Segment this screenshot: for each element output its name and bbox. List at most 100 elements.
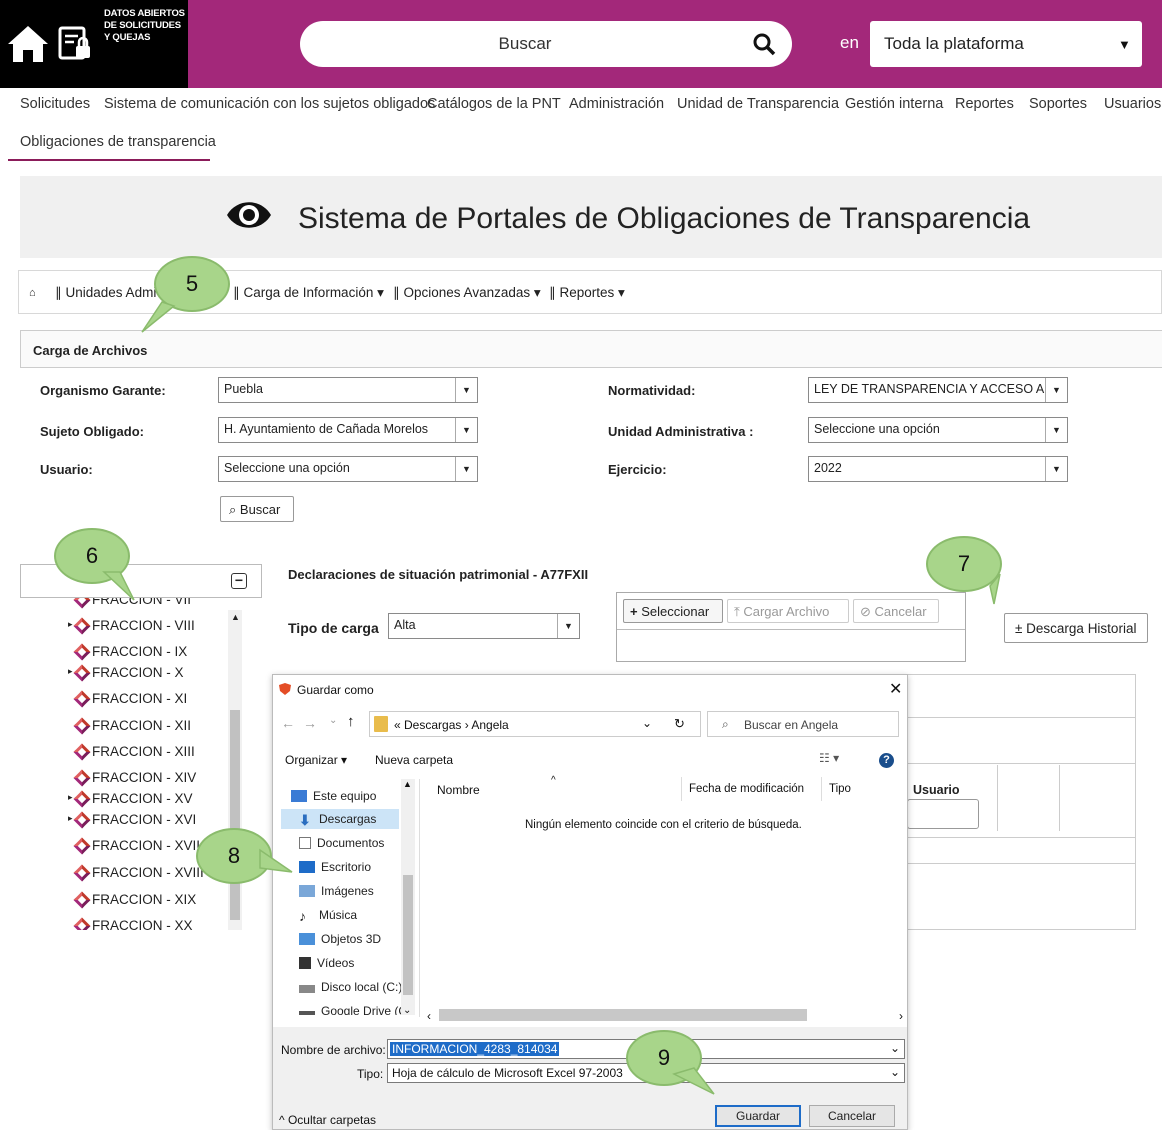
tree-item[interactable]: ▸ FRACCION - XV — [68, 790, 193, 808]
sidebar-item-descargas[interactable]: ⬇ Descargas — [299, 812, 376, 828]
usuario-label: Usuario: — [40, 462, 93, 477]
tree-item[interactable]: ▸ FRACCION - X — [68, 664, 184, 682]
logo[interactable]: DATOS ABIERTOS DE SOLICITUDES Y QUEJAS — [0, 0, 188, 88]
buscar-button[interactable]: ⌕ Buscar — [220, 496, 294, 522]
hide-folders-toggle[interactable]: ^ Ocultar carpetas — [279, 1113, 376, 1127]
sidebar-item-este-equipo[interactable]: Este equipo — [291, 789, 376, 803]
logo-text: DATOS ABIERTOS DE SOLICITUDES Y QUEJAS — [104, 8, 185, 43]
cargar-archivo-button[interactable]: ⤒ Cargar Archivo — [727, 599, 849, 623]
seleccionar-button[interactable]: + Seleccionar — [623, 599, 723, 623]
nav-item-unidad-transparencia[interactable]: Unidad de Transparencia — [677, 96, 839, 112]
column-header-fecha[interactable]: Fecha de modificación — [689, 783, 804, 795]
organismo-select[interactable]: Puebla ▼ — [218, 377, 478, 403]
seleccionar-label: Seleccionar — [641, 604, 710, 619]
expand-arrow-icon[interactable]: ▸ — [68, 619, 73, 630]
home-icon[interactable]: ⌂ — [29, 287, 36, 299]
tipo-carga-select[interactable]: Alta ▼ — [388, 613, 580, 639]
address-bar[interactable]: « Descargas › Angela ⌄ ↻ — [369, 711, 701, 737]
tree-item[interactable]: FRACCION - XVII — [73, 837, 200, 855]
tree-item[interactable]: FRACCION - XI — [73, 690, 187, 708]
divider — [907, 863, 1135, 864]
nav-item-sistema-comunicacion[interactable]: Sistema de comunicación con los sujetos … — [104, 96, 435, 112]
up-arrow-icon[interactable]: ↑ — [347, 713, 355, 730]
unidad-select[interactable]: Seleccione una opción ▼ — [808, 417, 1068, 443]
nueva-carpeta-button[interactable]: Nueva carpeta — [375, 753, 453, 767]
sujeto-select[interactable]: H. Ayuntamiento de Cañada Morelos ▼ — [218, 417, 478, 443]
descarga-historial-button[interactable]: ± Descarga Historial — [1004, 613, 1148, 643]
refresh-icon[interactable]: ↻ — [674, 716, 685, 732]
nav-item-reportes[interactable]: Reportes — [955, 96, 1014, 112]
tree-item[interactable]: ▸ FRACCION - XVI — [68, 811, 196, 829]
chevron-down-icon[interactable]: ⌄ — [329, 715, 337, 726]
chevron-down-icon[interactable]: ⌄ — [403, 1005, 411, 1016]
sidebar-label: Documentos — [317, 836, 385, 850]
tree-item[interactable]: FRACCION - XII — [73, 717, 191, 735]
dialog-search-input[interactable]: Buscar en Angela — [744, 718, 838, 732]
sidebar-item-documentos[interactable]: Documentos — [299, 836, 384, 850]
expand-arrow-icon[interactable]: ▸ — [68, 813, 73, 824]
normatividad-select[interactable]: LEY DE TRANSPARENCIA Y ACCESO A LA II ▼ — [808, 377, 1068, 403]
nav-item-catalogos[interactable]: Catálogos de la PNT — [427, 96, 561, 112]
menu-carga-informacion[interactable]: ∥ Carga de Información ▾ — [233, 285, 384, 301]
tree-item[interactable]: FRACCION - XX — [73, 917, 193, 930]
help-icon[interactable]: ? — [879, 753, 894, 768]
sidebar-item-videos[interactable]: Vídeos — [299, 956, 354, 970]
dialog-search-box[interactable]: ⌕ Buscar en Angela — [707, 711, 899, 737]
scroll-up-icon[interactable]: ▲ — [231, 612, 240, 622]
chevron-down-icon[interactable]: ⌄ — [890, 1065, 900, 1079]
menu-unidades[interactable]: ∥ Unidades Admi — [55, 285, 156, 301]
collapse-icon[interactable]: − — [231, 573, 247, 589]
view-options-icon[interactable]: ☷ ▾ — [819, 751, 839, 765]
nav-item-administracion[interactable]: Administración — [569, 96, 664, 112]
scroll-left-icon[interactable]: ‹ — [427, 1009, 431, 1023]
expand-arrow-icon[interactable]: ▸ — [68, 666, 73, 677]
horizontal-scrollbar-thumb[interactable] — [439, 1009, 807, 1021]
cancelar-upload-button[interactable]: ⊘ Cancelar — [853, 599, 939, 623]
dialog-cancelar-button[interactable]: Cancelar — [809, 1105, 895, 1127]
nav-item-gestion-interna[interactable]: Gestión interna — [845, 96, 943, 112]
usuario-select[interactable]: Seleccione una opción ▼ — [218, 456, 478, 482]
search-bar[interactable]: Buscar — [300, 21, 792, 67]
nav-item-obligaciones[interactable]: Obligaciones de transparencia — [20, 134, 216, 150]
sidebar-item-imagenes[interactable]: Imágenes — [299, 884, 374, 898]
menu-opciones-label: Opciones Avanzadas ▾ — [403, 285, 541, 300]
column-header-nombre[interactable]: Nombre — [437, 783, 480, 797]
page-title: Sistema de Portales de Obligaciones de T… — [298, 202, 1031, 235]
close-icon[interactable]: ✕ — [889, 679, 902, 699]
tree-item[interactable]: FRACCION - XIII — [73, 743, 195, 761]
menu-reportes[interactable]: ∥ Reportes ▾ — [549, 285, 625, 301]
sidebar-item-escritorio[interactable]: Escritorio — [299, 860, 371, 874]
expand-arrow-icon[interactable]: ▸ — [68, 792, 73, 803]
column-header-tipo[interactable]: Tipo — [829, 783, 851, 795]
tree-item[interactable]: ▸ FRACCION - VIII — [68, 617, 195, 635]
usuario-filter-input[interactable] — [907, 799, 979, 829]
nav-item-solicitudes[interactable]: Solicitudes — [20, 96, 90, 112]
guardar-button[interactable]: Guardar — [715, 1105, 801, 1127]
tree-item[interactable]: FRACCION - XVIII — [73, 864, 204, 882]
tree-item[interactable]: FRACCION - IX — [73, 643, 187, 661]
ejercicio-select[interactable]: 2022 ▼ — [808, 456, 1068, 482]
nav-item-usuarios[interactable]: Usuarios — [1104, 96, 1161, 112]
scroll-right-icon[interactable]: › — [899, 1009, 903, 1023]
scope-select[interactable]: Toda la plataforma ▼ — [870, 21, 1142, 67]
tree-item[interactable]: FRACCION - XIV — [73, 769, 196, 787]
forward-icon[interactable]: → — [303, 715, 317, 731]
menu-opciones-avanzadas[interactable]: ∥ Opciones Avanzadas ▾ — [393, 285, 541, 301]
back-icon[interactable]: ← — [281, 715, 295, 731]
nav-item-soportes[interactable]: Soportes — [1029, 96, 1087, 112]
tree-item[interactable]: FRACCION - XIX — [73, 891, 196, 909]
scroll-up-icon[interactable]: ▲ — [403, 779, 412, 789]
chevron-down-icon[interactable]: ⌄ — [890, 1041, 900, 1055]
organizar-button[interactable]: Organizar ▾ — [285, 753, 347, 767]
sidebar-item-musica[interactable]: ♪ Música — [299, 908, 357, 924]
sidebar-scrollbar-thumb[interactable] — [403, 875, 413, 995]
tree-scrollbar-thumb[interactable] — [230, 710, 240, 920]
menu-reportes-label: Reportes ▾ — [559, 285, 625, 300]
search-icon[interactable] — [752, 32, 776, 56]
document-lock-icon — [58, 26, 90, 60]
sidebar-item-objetos-3d[interactable]: Objetos 3D — [299, 932, 381, 946]
search-input[interactable]: Buscar — [300, 34, 750, 54]
sidebar-item-google-drive[interactable]: Google Drive (G: — [299, 1004, 411, 1015]
sidebar-item-disco-local[interactable]: Disco local (C:) — [299, 980, 402, 994]
chevron-down-icon[interactable]: ⌄ — [642, 716, 652, 730]
